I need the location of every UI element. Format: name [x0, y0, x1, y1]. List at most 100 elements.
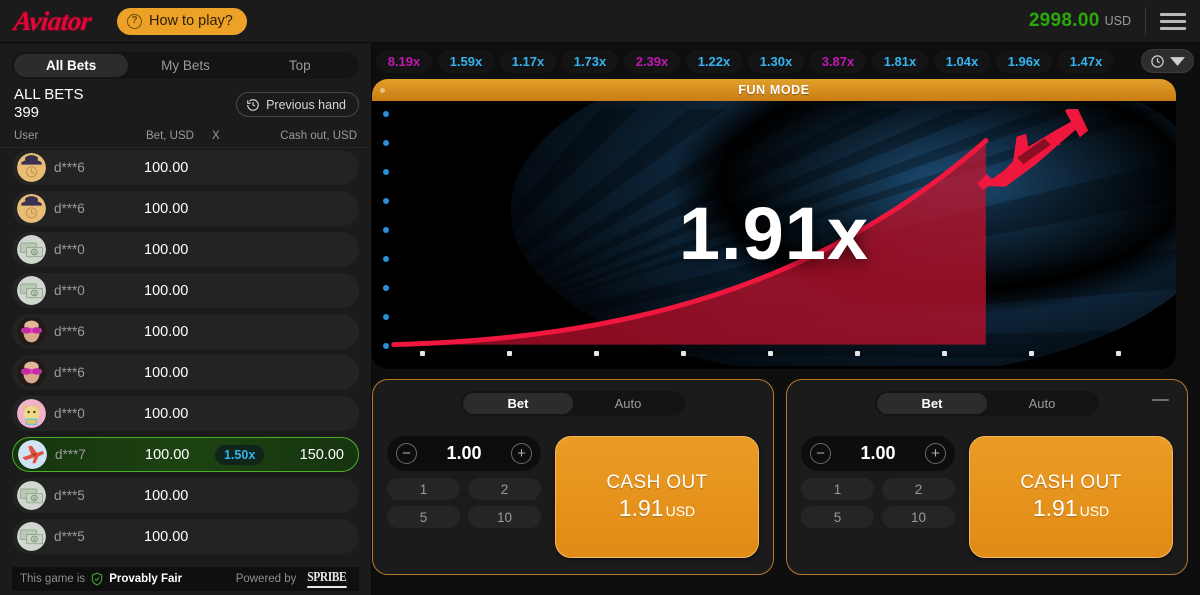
game-canvas-outer: FUN MODE x 1.91x [372, 79, 1200, 369]
x-axis-dot [507, 351, 512, 356]
quick-amount-2[interactable]: 2 [468, 478, 541, 500]
cash-out-button[interactable]: CASH OUT 1.91 USD [969, 436, 1173, 558]
cash-out-button[interactable]: CASH OUT 1.91 USD [555, 436, 759, 558]
bet-username: d***6 [54, 201, 85, 216]
y-axis-dot [383, 343, 389, 349]
quick-amount-2[interactable]: 2 [882, 478, 955, 500]
plus-circle-icon[interactable]: + [924, 443, 946, 464]
bet-username: d***0 [54, 242, 85, 257]
provably-fair-label[interactable]: Provably Fair [109, 573, 182, 585]
y-axis-dot [383, 140, 389, 146]
quick-amount-10[interactable]: 10 [468, 506, 541, 528]
minus-circle-icon[interactable]: − [810, 443, 831, 464]
bet-amount: 100.00 [144, 159, 189, 176]
y-axis-dot [383, 198, 389, 204]
history-chip[interactable]: 1.59x [438, 49, 494, 73]
quick-amount-5[interactable]: 5 [801, 506, 874, 528]
flight-canvas: x 1.91x [372, 101, 1176, 369]
bets-list[interactable]: d***6 100.00 d***6 100.00 $ d***0 100.00 $ d***0… [0, 148, 371, 595]
bet-cashout: 150.00 [299, 446, 344, 463]
cash-out-value-row: 1.91 USD [1033, 495, 1109, 522]
bet-amount: 100.00 [144, 528, 189, 545]
all-bets-header: ALL BETS 399 Previous hand [0, 79, 371, 126]
bet-panels: Bet Auto − 1.00 + 1 2 5 10 CASH OUT 1.91… [372, 369, 1200, 583]
tab-top[interactable]: Top [243, 54, 357, 77]
table-row[interactable]: d***6 100.00 [12, 314, 359, 349]
quick-amount-5[interactable]: 5 [387, 506, 460, 528]
x-axis-dot [942, 351, 947, 356]
avatar [17, 194, 46, 223]
history-chip[interactable]: 1.30x [748, 49, 804, 73]
x-axis-dot [1116, 351, 1121, 356]
bet-amount: 100.00 [144, 405, 189, 422]
history-chip[interactable]: 2.39x [624, 49, 680, 73]
cash-out-currency: USD [1079, 503, 1110, 519]
history-toggle-button[interactable] [1141, 49, 1194, 73]
history-chip[interactable]: 1.04x [934, 49, 990, 73]
bet-amount: 100.00 [145, 446, 190, 463]
panel-tab-bet[interactable]: Bet [463, 393, 573, 414]
game-canvas-wrapper: FUN MODE x 1.91x [372, 79, 1176, 369]
x-axis-dot [855, 351, 860, 356]
history-chip[interactable]: 1.22x [686, 49, 742, 73]
table-row[interactable]: $ d***0 100.00 [12, 232, 359, 267]
powered-by-label: Powered by [235, 573, 297, 585]
column-user: User [14, 130, 39, 142]
balance-area: 2998.00 USD [1029, 7, 1186, 35]
table-row[interactable]: d***6 100.00 [12, 355, 359, 390]
history-chip[interactable]: 8.19x [376, 49, 432, 73]
table-row[interactable]: d***7 100.00 1.50x 150.00 [12, 437, 359, 472]
column-bet: Bet, USD [146, 130, 194, 142]
history-chip[interactable]: 1.81x [872, 49, 928, 73]
avatar: $ [17, 276, 46, 305]
table-row[interactable]: $ d***0 100.00 [12, 273, 359, 308]
table-row[interactable]: d***6 100.00 [12, 150, 359, 185]
table-row[interactable]: $ d***5 100.00 [12, 478, 359, 513]
quick-amount-10[interactable]: 10 [882, 506, 955, 528]
all-bets-title: ALL BETS [14, 86, 84, 103]
aviator-game-app: Aviator ? How to play? 2998.00 USD All B… [0, 0, 1200, 595]
hamburger-menu-icon[interactable] [1160, 12, 1186, 30]
quick-amount-1[interactable]: 1 [387, 478, 460, 500]
how-to-play-button[interactable]: ? How to play? [117, 7, 247, 35]
x-axis-dots [372, 351, 1176, 357]
avatar [17, 317, 46, 346]
bet-panel: Bet Auto − 1.00 + 1 2 5 10 CASH OUT 1.91… [372, 379, 774, 575]
x-axis-dot [594, 351, 599, 356]
bet-username: d***6 [54, 324, 85, 339]
table-row[interactable]: d***0 100.00 [12, 396, 359, 431]
multiplier-history-bar: 8.19x 1.59x 1.17x 1.73x 2.39x 1.22x 1.30x 3.87x… [372, 43, 1200, 79]
top-bar: Aviator ? How to play? 2998.00 USD [0, 0, 1200, 43]
history-chip[interactable]: 3.87x [810, 49, 866, 73]
previous-hand-button[interactable]: Previous hand [236, 92, 359, 117]
history-chip[interactable]: 1.17x [500, 49, 556, 73]
tab-all-bets[interactable]: All Bets [14, 54, 129, 77]
table-row[interactable]: $ d***5 100.00 [12, 519, 359, 554]
minus-circle-icon[interactable]: − [396, 443, 417, 464]
avatar [17, 153, 46, 182]
bet-amount: 100.00 [144, 487, 189, 504]
stake-value[interactable]: 1.00 [446, 443, 481, 464]
panel-tab-auto[interactable]: Auto [987, 393, 1097, 414]
cash-out-currency: USD [665, 503, 696, 519]
bet-username: d***5 [54, 529, 85, 544]
panel-tab-auto[interactable]: Auto [573, 393, 683, 414]
panel-body: − 1.00 + 1 2 5 10 CASH OUT 1.91 USD [387, 436, 759, 562]
stake-value[interactable]: 1.00 [860, 443, 895, 464]
table-row[interactable]: d***6 100.00 [12, 191, 359, 226]
plus-circle-icon[interactable]: + [510, 443, 532, 464]
minus-icon[interactable] [1152, 399, 1169, 401]
history-chip[interactable]: 1.73x [562, 49, 618, 73]
panel-tab-bet[interactable]: Bet [877, 393, 987, 414]
quick-amount-1[interactable]: 1 [801, 478, 874, 500]
y-axis-dots [383, 111, 390, 349]
history-chip[interactable]: 1.47x [1058, 49, 1114, 73]
column-cashout: Cash out, USD [280, 130, 357, 142]
bet-amount: 100.00 [144, 282, 189, 299]
bets-column-headers: User Bet, USD X Cash out, USD [0, 126, 371, 148]
balance-currency: USD [1104, 14, 1131, 28]
cash-out-label: CASH OUT [606, 472, 708, 493]
tab-my-bets[interactable]: My Bets [128, 54, 242, 77]
history-chip[interactable]: 1.96x [996, 49, 1052, 73]
aviator-logo: Aviator [12, 5, 93, 36]
